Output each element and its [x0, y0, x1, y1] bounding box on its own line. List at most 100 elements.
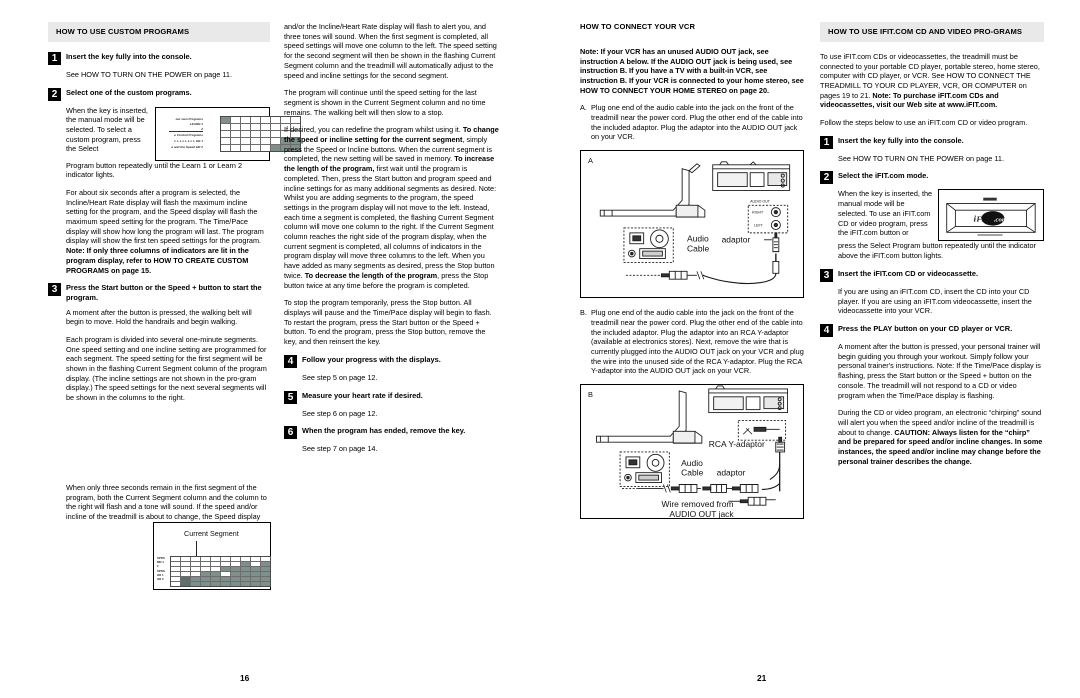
step-6-remove-key: 6 When the program has ended, remove the… [284, 426, 500, 440]
led-cell [220, 137, 230, 144]
step-5-body: See step 6 on page 12. [302, 409, 500, 419]
led-cell [261, 567, 270, 571]
vcr-instruction-b: B. Plug one end of the audio cable into … [580, 308, 804, 376]
led-cell [231, 577, 240, 581]
step-6-title: When the program has ended, remove the k… [302, 426, 466, 436]
led-cell [251, 582, 260, 586]
led-cell [221, 562, 230, 566]
section-header-connect-vcr: HOW TO CONNECT YOUR VCR [580, 22, 696, 31]
led-cell [241, 557, 250, 561]
figure-program-display-learn: our own Programs LEARN 1 2 e Control Pro… [154, 106, 301, 161]
ifit-step-2-side-text: When the key is inserted, the manual mod… [838, 189, 933, 238]
led-cell [171, 562, 180, 566]
led-cell [211, 577, 220, 581]
led-cell [211, 572, 220, 576]
ifit-step-4-body: A moment after the button is pressed, yo… [838, 342, 1044, 466]
led-cell [231, 582, 240, 586]
figure-ifit-console: i FIT .com [938, 189, 1044, 242]
step-2-paragraph-2: For about six seconds after a program is… [66, 188, 270, 275]
led-cell [181, 572, 190, 576]
ifit-step-1-title: Insert the key fully into the console. [838, 135, 964, 145]
step-3-body-continued: When only three seconds remain in the fi… [66, 483, 270, 522]
figure-program-display-current-segment: Current Segment SPDS MN 1 2 SPDS HR 1 HR… [153, 522, 271, 590]
ifit-step-2-side-text-wrap: When the key is inserted, the manual mod… [838, 189, 932, 238]
led-cell [240, 144, 250, 151]
led-cell [181, 567, 190, 571]
step-5-title: Measure your heart rate if desired. [302, 390, 423, 400]
ifit-step-number-2: 2 [820, 171, 833, 185]
step-number-5: 5 [284, 390, 297, 404]
col2-paragraph-2: The program will continue until the spee… [284, 88, 486, 117]
col2-p3-a: If desired, you can redefine the program… [284, 125, 463, 135]
step-6-body: See step 7 on page 14. [302, 444, 500, 454]
program-display-label-hr1: L L L L L L L L HR 1 [174, 138, 203, 143]
step-2-side-text-wrap: When the key is inserted, the manual mod… [66, 106, 149, 155]
current-segment-led-grid [170, 556, 271, 587]
program-display-label-control-programs: e Control Programs [174, 132, 203, 137]
page-number-left: 16 [240, 672, 250, 683]
figure-vcr-connection-b: B Audio Cable adaptor RCA Y-adaptor Wire… [580, 384, 804, 520]
fig-b-label-wire-removed: Wire removed from [661, 499, 733, 509]
led-cell [191, 582, 200, 586]
cs-row-label-3: 2 [157, 564, 159, 568]
led-cell [211, 567, 220, 571]
fig-b-label-rca-y-adaptor: RCA Y-adaptor [709, 439, 765, 449]
led-cell [230, 137, 240, 144]
fig-b-label-cable: Cable [681, 468, 703, 478]
led-cell [201, 572, 210, 576]
ifit-step-2-text-and-figure: When the key is inserted, the manual mod… [838, 189, 1044, 242]
column-custom-programs-continued: and/or the Incline/Heart Rate display wi… [284, 22, 500, 530]
led-cell [191, 562, 200, 566]
led-cell [191, 572, 200, 576]
led-cell [191, 577, 200, 581]
step-1-text: See HOW TO TURN ON THE POWER on page 11. [66, 69, 232, 79]
led-cell [270, 130, 280, 137]
led-cell [250, 130, 260, 137]
led-cell [221, 572, 230, 576]
led-cell [241, 567, 250, 571]
step-4-body: See step 5 on page 12. [302, 373, 500, 383]
ifit-step-number-4: 4 [820, 324, 833, 337]
led-cell [221, 582, 230, 586]
led-cell [230, 144, 240, 151]
vcr-instruction-a: A. Plug one end of the audio cable into … [580, 103, 804, 142]
led-cell [220, 116, 230, 123]
figure-vcr-connection-a: A Audio Cable adaptor AUDIO OUT RIGHT LE… [580, 150, 804, 299]
vcr-note: Note: If your VCR has an unused AUDIO OU… [580, 46, 804, 95]
page-right-columns: HOW TO CONNECT YOUR VCR Note: If your VC… [540, 22, 1080, 529]
step-number-3: 3 [48, 283, 61, 297]
ifit-step-1-insert-key: 1 Insert the key fully into the console. [820, 135, 1044, 149]
led-cell [231, 567, 240, 571]
led-cell [231, 557, 240, 561]
col2-paragraph-1: and/or the Incline/Heart Rate display wi… [284, 22, 497, 80]
step-2-text-and-figure: When the key is inserted, the manual mod… [66, 106, 301, 161]
led-cell [240, 116, 250, 123]
ifit-intro-paragraph: To use iFIT.com CDs or videocassettes, t… [820, 52, 1044, 110]
led-cell [201, 577, 210, 581]
led-cell [251, 572, 260, 576]
column-ifit-programs: HOW TO USE IFIT.COM CD AND VIDEO PRO-GRA… [820, 22, 1044, 529]
vcr-instruction-a-letter: A. [580, 103, 587, 113]
led-cell [201, 582, 210, 586]
led-cell [260, 137, 270, 144]
col2-paragraph-3: If desired, you can redefine the program… [284, 125, 500, 290]
led-cell [270, 116, 280, 123]
vcr-instruction-a-text: Plug one end of the audio cable into the… [591, 103, 803, 142]
led-cell [241, 562, 250, 566]
step-3-press-start: 3 Press the Start button or the Speed + … [48, 283, 270, 302]
led-cell [251, 557, 260, 561]
led-cell [220, 130, 230, 137]
led-cell [241, 577, 250, 581]
led-cell [191, 557, 200, 561]
led-cell [261, 572, 270, 576]
step-2-body: When the key is inserted, the manual mod… [66, 106, 301, 276]
led-cell [260, 144, 270, 151]
ifit-step-1-body: See HOW TO TURN ON THE POWER on page 11. [838, 154, 1044, 164]
led-cell [260, 116, 270, 123]
led-cell [240, 130, 250, 137]
vcr-instruction-b-text: Plug one end of the audio cable into the… [591, 308, 804, 376]
led-cell [251, 567, 260, 571]
ifit-step-2-select-mode: 2 Select the iFIT.com mode. [820, 171, 1044, 185]
step-2-side-text: When the key is inserted, the manual mod… [66, 105, 148, 154]
current-segment-caption: Current Segment [184, 529, 239, 538]
